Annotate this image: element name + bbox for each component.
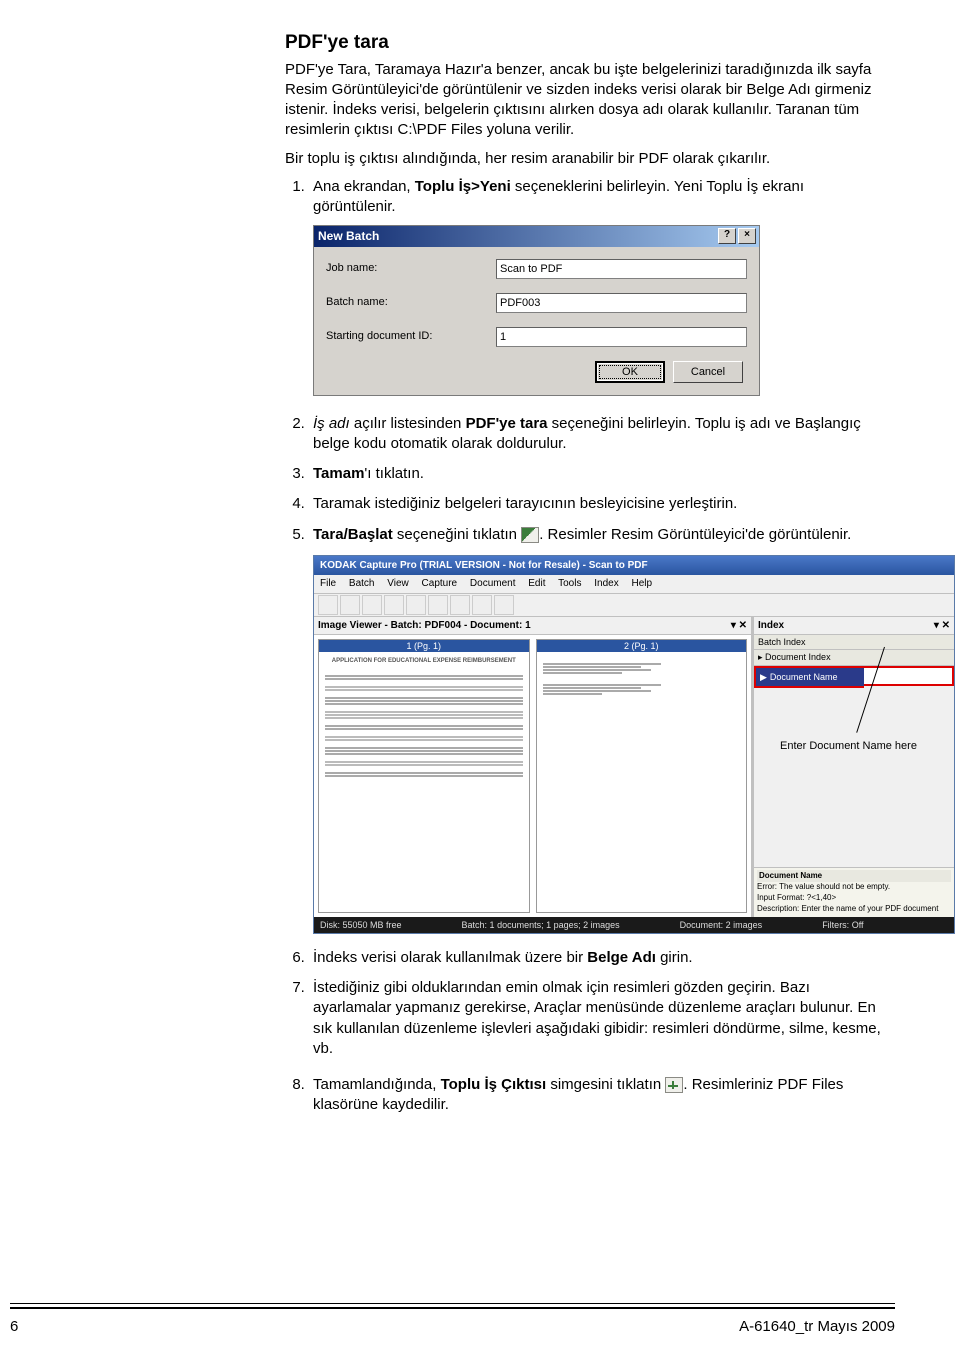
batch-output-icon <box>665 1077 683 1093</box>
ok-button[interactable]: OK <box>595 361 665 383</box>
app-toolbar[interactable] <box>314 594 954 617</box>
status-disk: Disk: 55050 MB free <box>320 919 402 931</box>
document-index-label: ▸ Document Index <box>754 650 954 665</box>
step-2: İş adı açılır listesinden PDF'ye tara se… <box>309 414 889 455</box>
error-panel: Document Name Error: The value should no… <box>754 867 954 917</box>
annotation-text: Enter Document Name here <box>780 739 917 754</box>
app-menubar[interactable]: File Batch View Capture Document Edit To… <box>314 575 954 594</box>
page-tab-1: 1 (Pg. 1) <box>319 640 529 652</box>
intro-paragraph-1: PDF'ye Tara, Taramaya Hazır'a benzer, an… <box>285 60 889 141</box>
menu-help[interactable]: Help <box>632 578 653 589</box>
page-tab-2: 2 (Pg. 1) <box>537 640 747 652</box>
scan-start-icon <box>521 527 539 543</box>
doc-heading-1: APPLICATION FOR EDUCATIONAL EXPENSE REIM… <box>325 658 523 666</box>
status-document: Document: 2 images <box>680 919 763 931</box>
viewer-header-text: Image Viewer - Batch: PDF004 - Document:… <box>318 619 531 633</box>
step-8: Tamamlandığında, Toplu İş Çıktısı simges… <box>309 1075 889 1116</box>
close-icon[interactable]: × <box>738 228 756 244</box>
batch-name-input[interactable] <box>496 293 747 313</box>
menu-tools[interactable]: Tools <box>558 578 581 589</box>
app-title-text: KODAK Capture Pro (TRIAL VERSION - Not f… <box>320 559 648 573</box>
index-tab-label[interactable]: Index <box>758 619 784 633</box>
toolbar-icon[interactable] <box>472 595 492 615</box>
page-title: PDF'ye tara <box>285 30 889 56</box>
dialog-titlebar: New Batch ? × <box>314 226 759 246</box>
job-name-label: Job name: <box>326 261 496 276</box>
capture-pro-window: KODAK Capture Pro (TRIAL VERSION - Not f… <box>313 555 955 934</box>
toolbar-icon[interactable] <box>384 595 404 615</box>
step-1: Ana ekrandan, Toplu İş>Yeni seçeneklerin… <box>309 177 889 396</box>
start-id-input[interactable] <box>496 327 747 347</box>
menu-view[interactable]: View <box>387 578 409 589</box>
toolbar-icon[interactable] <box>494 595 514 615</box>
page-number: 6 <box>10 1317 18 1337</box>
toolbar-icon[interactable] <box>428 595 448 615</box>
toolbar-icon[interactable] <box>340 595 360 615</box>
menu-edit[interactable]: Edit <box>528 578 545 589</box>
help-icon[interactable]: ? <box>718 228 736 244</box>
intro-paragraph-2: Bir toplu iş çıktısı alındığında, her re… <box>285 149 889 169</box>
page-thumbnail-1[interactable]: 1 (Pg. 1) APPLICATION FOR EDUCATIONAL EX… <box>318 639 530 913</box>
viewer-header-controls[interactable]: ▾ ✕ <box>731 619 747 633</box>
cancel-button[interactable]: Cancel <box>673 361 743 383</box>
status-filters: Filters: Off <box>822 919 863 931</box>
menu-document[interactable]: Document <box>470 578 516 589</box>
toolbar-icon[interactable] <box>318 595 338 615</box>
footer-rule <box>10 1303 895 1309</box>
new-batch-dialog: New Batch ? × Job name: Batch name: <box>313 225 760 395</box>
page-thumbnail-2[interactable]: 2 (Pg. 1) <box>536 639 748 913</box>
status-batch: Batch: 1 documents; 1 pages; 2 images <box>462 919 620 931</box>
app-titlebar: KODAK Capture Pro (TRIAL VERSION - Not f… <box>314 556 954 576</box>
batch-index-label: Batch Index <box>754 635 954 650</box>
dialog-title-text: New Batch <box>318 228 379 244</box>
batch-name-label: Batch name: <box>326 295 496 310</box>
step-6: İndeks verisi olarak kullanılmak üzere b… <box>309 948 889 968</box>
index-panel: Index ▾ ✕ Batch Index ▸ Document Index ▶… <box>754 617 954 917</box>
job-name-input[interactable] <box>496 259 747 279</box>
document-id: A-61640_tr Mayıs 2009 <box>739 1317 895 1337</box>
step-7: İstediğiniz gibi olduklarından emin olma… <box>309 978 889 1059</box>
menu-file[interactable]: File <box>320 578 336 589</box>
index-panel-controls[interactable]: ▾ ✕ <box>934 619 950 633</box>
menu-index[interactable]: Index <box>594 578 618 589</box>
step-4: Taramak istediğiniz belgeleri tarayıcını… <box>309 494 889 514</box>
start-id-label: Starting document ID: <box>326 329 496 344</box>
status-bar: Disk: 55050 MB free Batch: 1 documents; … <box>314 917 954 933</box>
step-5: Tara/Başlat seçeneğini tıklatın . Resiml… <box>309 525 889 934</box>
toolbar-icon[interactable] <box>406 595 426 615</box>
toolbar-icon[interactable] <box>450 595 470 615</box>
toolbar-icon[interactable] <box>362 595 382 615</box>
document-name-field-label: ▶ Document Name <box>754 666 864 688</box>
menu-capture[interactable]: Capture <box>422 578 458 589</box>
menu-batch[interactable]: Batch <box>349 578 375 589</box>
step-3: Tamam'ı tıklatın. <box>309 464 889 484</box>
image-viewer-area[interactable]: 1 (Pg. 1) APPLICATION FOR EDUCATIONAL EX… <box>314 635 751 917</box>
